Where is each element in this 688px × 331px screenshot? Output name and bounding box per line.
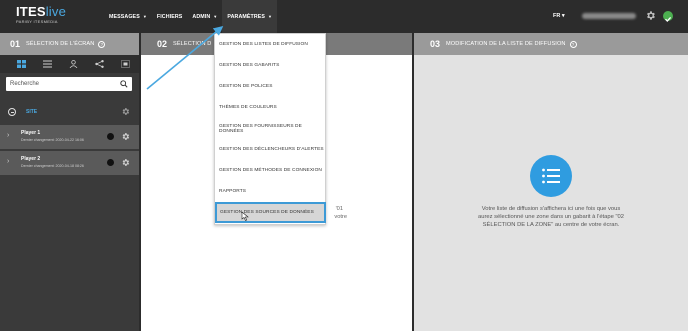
step-number: 02 bbox=[157, 39, 168, 49]
menu-item-polices[interactable]: GESTION DE POLICES bbox=[215, 76, 325, 97]
parametres-dropdown-menu: GESTION DES LISTES DE DIFFUSION GESTION … bbox=[214, 33, 326, 225]
status-ok-icon bbox=[663, 11, 673, 22]
menu-item-listes-diffusion[interactable]: GESTION DES LISTES DE DIFFUSION bbox=[215, 34, 325, 55]
collapse-icon[interactable] bbox=[8, 108, 16, 116]
layout-icon[interactable] bbox=[112, 58, 138, 70]
user-menu[interactable] bbox=[582, 13, 636, 19]
nav-messages-label: MESSAGES bbox=[109, 13, 140, 20]
nav-admin-label: ADMIN bbox=[192, 13, 211, 20]
step-number: 03 bbox=[430, 39, 441, 49]
search-placeholder: Recherche bbox=[10, 81, 40, 87]
player-row-1[interactable]: › Player 1 Dernier changement: 2020-04-2… bbox=[0, 125, 139, 149]
nav-parametres-label: PARAMÈTRES bbox=[227, 13, 266, 20]
step-number: 01 bbox=[10, 39, 21, 49]
player-settings-gear-icon[interactable] bbox=[121, 158, 130, 167]
screen-selection-panel: 01 SÉLECTION DE L'ÉCRAN ? Recherche SITE… bbox=[0, 33, 139, 331]
panel-title: SÉLECTION D bbox=[173, 41, 212, 47]
mouse-pointer-icon bbox=[241, 211, 249, 221]
playlist-list-icon bbox=[530, 155, 572, 197]
help-icon[interactable]: ? bbox=[98, 40, 106, 48]
grid-view-icon[interactable] bbox=[8, 58, 34, 70]
nav-admin[interactable]: ADMIN ▼ bbox=[187, 0, 222, 33]
nav-parametres[interactable]: PARAMÈTRES ▼ bbox=[222, 0, 278, 33]
chevron-right-icon[interactable]: › bbox=[7, 132, 9, 139]
chevron-right-icon[interactable]: › bbox=[7, 158, 9, 165]
user-icon[interactable] bbox=[60, 58, 86, 70]
menu-item-rapports[interactable]: RAPPORTS bbox=[215, 181, 325, 202]
player-name: Player 1 bbox=[21, 130, 41, 136]
menu-item-methodes-connexion[interactable]: GESTION DES MÉTHODES DE CONNEXION bbox=[215, 160, 325, 181]
brand-name-accent: live bbox=[45, 4, 67, 19]
playlist-edit-panel: 03 MODIFICATION DE LA LISTE DE DIFFUSION… bbox=[414, 33, 688, 331]
view-toolbar bbox=[0, 55, 139, 73]
panel-title: MODIFICATION DE LA LISTE DE DIFFUSION bbox=[446, 41, 566, 47]
panel-header: 03 MODIFICATION DE LA LISTE DE DIFFUSION… bbox=[414, 33, 688, 55]
player-name: Player 2 bbox=[21, 156, 41, 162]
site-group-row[interactable]: SITE bbox=[0, 100, 139, 124]
player-last-change: Dernier changement: 2020-04-22 16:06 bbox=[21, 138, 84, 142]
nav-fichiers[interactable]: FICHIERS bbox=[152, 0, 188, 33]
nav-fichiers-label: FICHIERS bbox=[156, 13, 183, 20]
empty-playlist-message: Votre liste de diffusion s'affichera ici… bbox=[478, 206, 624, 228]
app-window: ITESlive PAR/BY ITESMEDIA MESSAGES ▼ FICH… bbox=[0, 0, 688, 331]
share-icon[interactable] bbox=[86, 58, 112, 70]
menu-item-themes-couleurs[interactable]: THÈMES DE COULEURS bbox=[215, 97, 325, 118]
list-view-icon[interactable] bbox=[34, 58, 60, 70]
brand-name: ITES bbox=[16, 4, 46, 19]
settings-gear-icon[interactable] bbox=[645, 10, 656, 21]
menu-item-gabarits[interactable]: GESTION DES GABARITS bbox=[215, 55, 325, 76]
player-status-dot bbox=[107, 133, 114, 140]
nav-messages[interactable]: MESSAGES ▼ bbox=[104, 0, 152, 33]
menu-item-declencheurs-alertes[interactable]: GESTION DES DÉCLENCHEURS D'ALERTES bbox=[215, 139, 325, 160]
player-row-2[interactable]: › Player 2 Dernier changement: 2020-04-1… bbox=[0, 151, 139, 175]
main-nav: MESSAGES ▼ FICHIERS ADMIN ▼ PARAMÈTRES ▼ bbox=[104, 0, 278, 33]
top-navigation-bar: ITESlive PAR/BY ITESMEDIA MESSAGES ▼ FICH… bbox=[0, 0, 688, 33]
player-status-dot bbox=[107, 159, 114, 166]
brand-tagline: PAR/BY ITESMEDIA bbox=[16, 19, 58, 24]
player-settings-gear-icon[interactable] bbox=[121, 132, 130, 141]
panel-header: 01 SÉLECTION DE L'ÉCRAN ? bbox=[0, 33, 139, 55]
chevron-down-icon: ▼ bbox=[142, 14, 147, 19]
player-last-change: Dernier changement: 2020-04-18 08:26 bbox=[21, 164, 84, 168]
panel-title: SÉLECTION DE L'ÉCRAN bbox=[26, 41, 95, 47]
menu-item-fournisseurs-donnees[interactable]: GESTION DES FOURNISSEURS DE DONNÉES bbox=[215, 118, 325, 139]
site-label: SITE bbox=[26, 109, 38, 115]
menu-item-sources-donnees[interactable]: GESTION DES SOURCES DE DONNÉES bbox=[215, 202, 326, 223]
search-icon[interactable] bbox=[120, 80, 128, 88]
help-icon[interactable]: ? bbox=[569, 40, 577, 48]
site-settings-gear-icon[interactable] bbox=[121, 107, 130, 116]
brand-logo[interactable]: ITESlive PAR/BY ITESMEDIA bbox=[16, 5, 66, 24]
chevron-down-icon: ▼ bbox=[268, 14, 273, 19]
chevron-down-icon: ▼ bbox=[213, 14, 218, 19]
language-selector[interactable]: FR ▾ bbox=[553, 13, 565, 19]
search-input[interactable]: Recherche bbox=[6, 77, 132, 91]
